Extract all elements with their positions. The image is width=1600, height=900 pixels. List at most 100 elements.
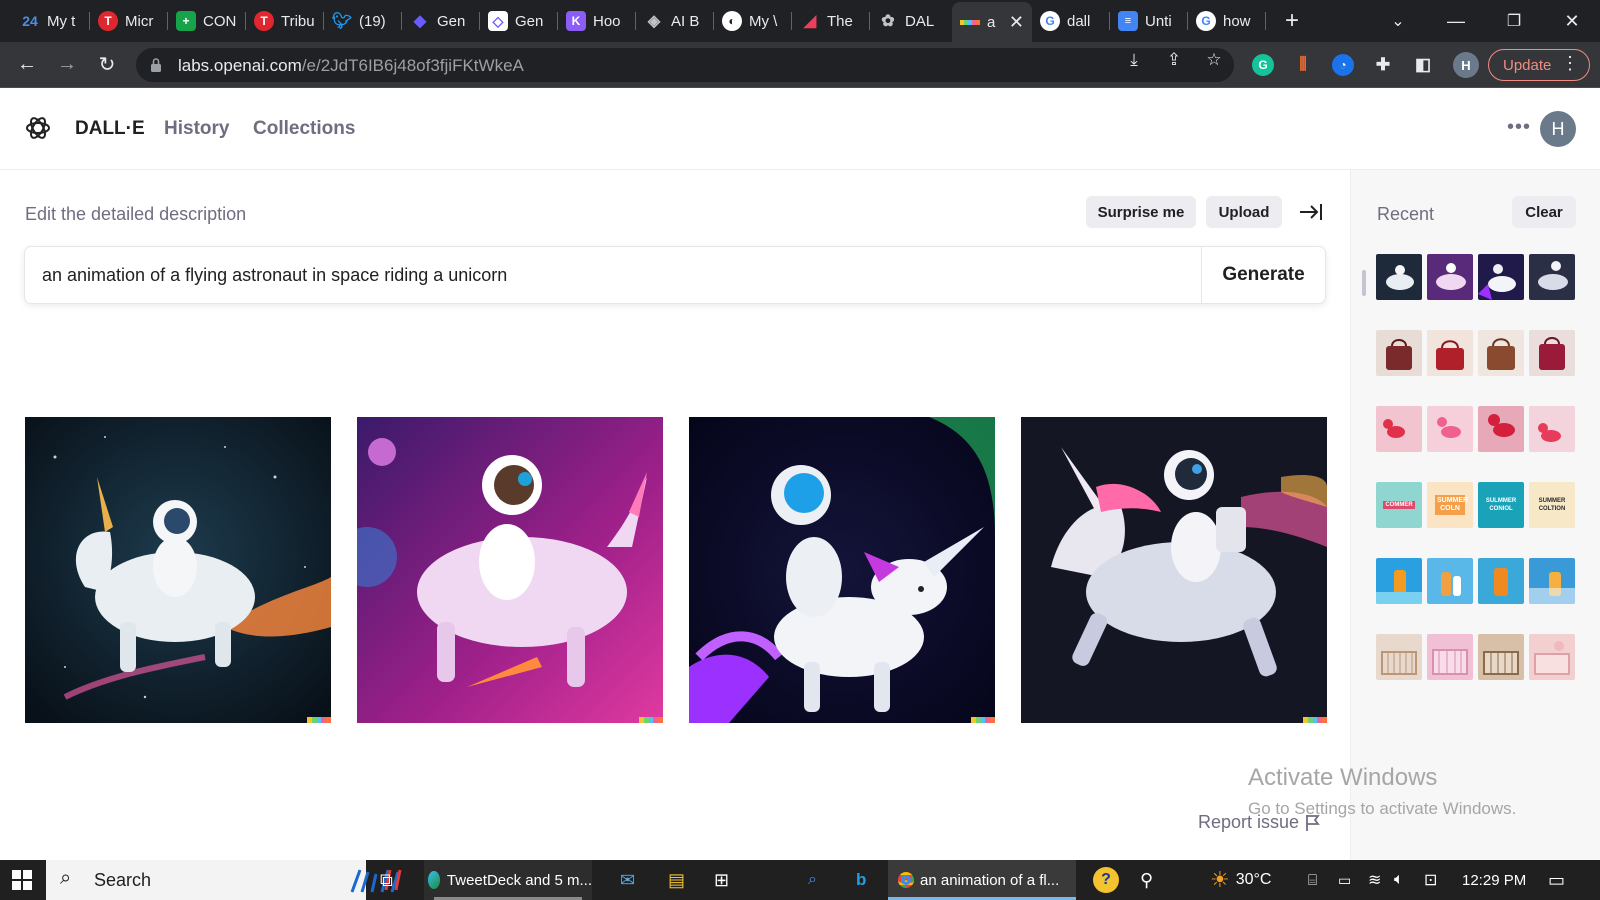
clear-button[interactable]: Clear [1512, 196, 1576, 228]
browser-tab[interactable]: 24 My t [12, 0, 90, 42]
browser-tab[interactable]: + CON [168, 0, 246, 42]
recent-thumbnail[interactable] [1427, 254, 1473, 300]
search-app-icon[interactable]: ⌕ [808, 860, 817, 900]
forward-arrow-icon[interactable]: → [52, 49, 82, 79]
bing-icon[interactable]: b [856, 860, 866, 900]
brand-title[interactable]: DALL·E [75, 118, 145, 140]
nav-collections-link[interactable]: Collections [253, 118, 355, 140]
generate-button[interactable]: Generate [1201, 247, 1325, 303]
side-panel-icon[interactable]: ◧ [1412, 54, 1434, 76]
nav-history-link[interactable]: History [164, 118, 229, 140]
browser-tab[interactable]: ◆ Gen [402, 0, 480, 42]
update-button[interactable]: Update ⋮ [1488, 49, 1590, 81]
recent-thumbnail[interactable] [1376, 254, 1422, 300]
browser-tab[interactable]: ◇ Gen [480, 0, 558, 42]
profile-avatar[interactable]: H [1453, 52, 1479, 78]
browser-tab[interactable]: G how [1188, 0, 1266, 42]
reload-icon[interactable]: ↻ [92, 49, 122, 79]
recent-thumbnail[interactable]: SUMMER COLN [1427, 482, 1473, 528]
extension-swirl-icon[interactable]: ◔ [1332, 54, 1354, 76]
surprise-me-button[interactable]: Surprise me [1086, 196, 1196, 228]
browser-tab[interactable]: ≡ Unti [1110, 0, 1188, 42]
result-image-2[interactable] [357, 417, 663, 723]
extensions-puzzle-icon[interactable]: ✚ [1372, 54, 1394, 76]
result-image-4[interactable] [1021, 417, 1327, 723]
weather-widget[interactable]: ☀ 30°C [1210, 860, 1271, 900]
recent-thumbnail[interactable] [1529, 330, 1575, 376]
wifi-icon[interactable]: ≋ [1368, 860, 1381, 900]
restore-icon[interactable]: ❐ [1488, 0, 1540, 42]
help-icon[interactable]: ? [1092, 860, 1120, 900]
notifications-icon[interactable]: ▭ [1548, 860, 1565, 900]
browser-tab[interactable]: K Hoo [558, 0, 636, 42]
recent-thumbnail[interactable] [1529, 558, 1575, 604]
recent-thumbnail[interactable] [1478, 254, 1524, 300]
close-window-icon[interactable]: ✕ [1546, 0, 1598, 42]
upload-button[interactable]: Upload [1206, 196, 1282, 228]
browser-tab[interactable]: T Tribu [246, 0, 324, 42]
recent-thumbnail[interactable] [1427, 558, 1473, 604]
share-icon[interactable]: ⇪ [1164, 50, 1184, 70]
file-explorer-icon[interactable]: ▤ [668, 860, 685, 900]
browser-tab[interactable]: ◢ The [792, 0, 870, 42]
recent-thumbnail[interactable] [1427, 330, 1473, 376]
openai-logo-icon[interactable] [24, 114, 52, 142]
result-image-1[interactable] [25, 417, 331, 723]
mail-icon[interactable]: ✉ [620, 860, 635, 900]
grammarly-icon[interactable]: G [1252, 54, 1274, 76]
install-app-icon[interactable]: ⤓ [1124, 50, 1144, 70]
recent-thumbnail[interactable] [1529, 634, 1575, 680]
more-options-icon[interactable]: ••• [1504, 114, 1534, 144]
task-view-icon[interactable]: ⧉ [380, 860, 393, 900]
recent-thumbnail[interactable] [1376, 406, 1422, 452]
dalle-strip-icon [960, 19, 980, 25]
recent-thumbnail[interactable]: SUMMER COLTION [1529, 482, 1575, 528]
recent-thumbnail[interactable] [1427, 634, 1473, 680]
device-icon[interactable]: ⌸ [1308, 860, 1317, 900]
store-icon[interactable]: ⊞ [714, 860, 729, 900]
recent-thumbnail[interactable] [1427, 406, 1473, 452]
windows-start-icon[interactable] [12, 860, 36, 900]
clock-time[interactable]: 12:29 PM [1462, 860, 1526, 900]
recent-thumbnail[interactable] [1376, 330, 1422, 376]
browser-tab[interactable]: T Micr [90, 0, 168, 42]
tab-search-chevron-icon[interactable]: ⌄ [1372, 0, 1424, 42]
collapse-sidebar-icon[interactable] [1298, 200, 1324, 224]
recent-thumbnail[interactable]: SULMMER CONIOL [1478, 482, 1524, 528]
taskbar-search-box[interactable]: ⌕ Search [46, 860, 402, 900]
recent-thumbnail[interactable] [1376, 558, 1422, 604]
people-search-icon[interactable]: ⚲ [1140, 860, 1153, 900]
new-tab-icon[interactable]: + [1266, 0, 1318, 42]
recent-thumbnail[interactable]: COMMER [1376, 482, 1422, 528]
recent-thumbnail[interactable] [1478, 330, 1524, 376]
browser-tab[interactable]: G dall [1032, 0, 1110, 42]
recent-thumbnail[interactable] [1478, 406, 1524, 452]
recent-thumbnail[interactable] [1376, 634, 1422, 680]
taskbar-app-chrome[interactable]: an animation of a fl... [888, 860, 1076, 900]
sidebar-resize-handle[interactable] [1362, 270, 1366, 296]
volume-icon[interactable]: 🔈︎ [1394, 860, 1404, 900]
browser-tab[interactable]: ◐ My \ [714, 0, 792, 42]
avatar[interactable]: H [1540, 111, 1576, 147]
green-plus-icon: + [176, 11, 196, 31]
browser-menu-icon[interactable]: ⋮ [1561, 53, 1579, 74]
battery-icon[interactable]: ▭ [1338, 860, 1351, 900]
result-image-3[interactable] [689, 417, 995, 723]
recent-thumbnail[interactable] [1478, 558, 1524, 604]
extension-bars-icon[interactable]: ⫼ [1292, 54, 1314, 76]
address-bar[interactable]: labs.openai.com/e/2JdT6IB6j48of3fjiFKtWk… [136, 48, 1234, 82]
close-tab-icon[interactable]: ✕ [1009, 12, 1024, 33]
recent-thumbnail[interactable] [1529, 254, 1575, 300]
browser-tab[interactable]: ◈ AI B [636, 0, 714, 42]
prompt-input[interactable] [25, 247, 1200, 303]
browser-tab[interactable]: ✿ DAL [870, 0, 948, 42]
browser-tab[interactable]: 🐦︎ (19) [324, 0, 402, 42]
bookmark-star-icon[interactable]: ☆ [1204, 50, 1224, 70]
recent-thumbnail[interactable] [1478, 634, 1524, 680]
display-icon[interactable]: ⊡ [1424, 860, 1437, 900]
minimize-icon[interactable]: — [1430, 0, 1482, 42]
taskbar-app-tweetdeck[interactable]: TweetDeck and 5 m... [424, 860, 592, 900]
recent-thumbnail[interactable] [1529, 406, 1575, 452]
back-arrow-icon[interactable]: ← [12, 49, 42, 79]
browser-tab-active[interactable]: a ✕ [952, 2, 1032, 42]
